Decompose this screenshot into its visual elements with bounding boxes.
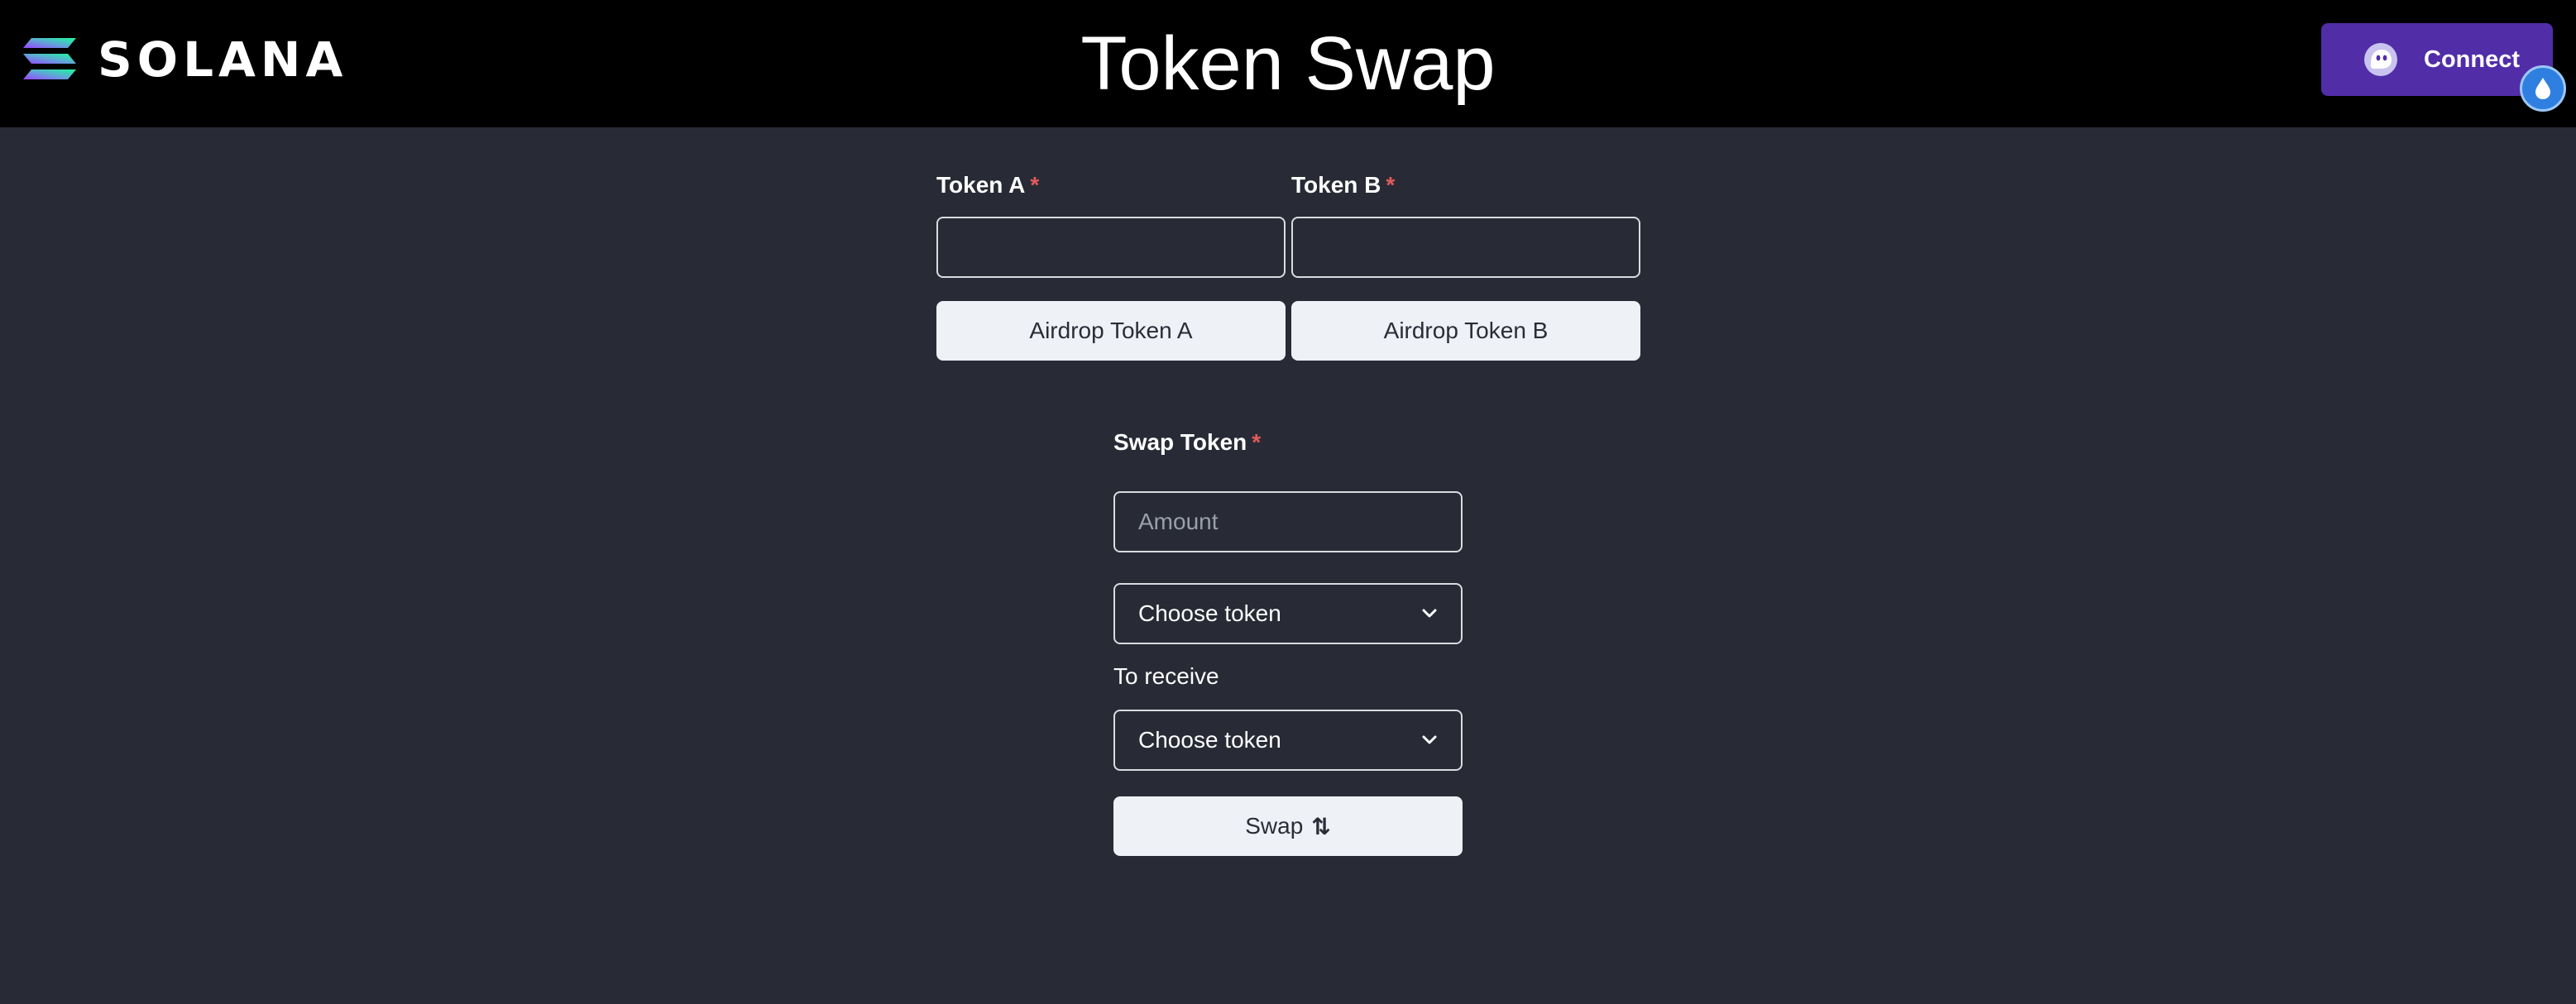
to-receive-label: To receive: [1113, 663, 1219, 689]
from-token-select-value: Choose token: [1138, 600, 1281, 626]
token-a-input[interactable]: [936, 217, 1286, 278]
swap-button-label: Swap: [1245, 813, 1304, 839]
from-token-select[interactable]: Choose token: [1113, 583, 1463, 644]
swap-token-label: Swap Token *: [1113, 428, 1261, 457]
chevron-down-icon: [1422, 735, 1437, 744]
connect-button-label: Connect: [2424, 45, 2520, 73]
token-a-label-text: Token A: [936, 172, 1026, 198]
amount-input[interactable]: [1113, 491, 1463, 552]
airdrop-badge[interactable]: [2520, 65, 2566, 112]
airdrop-token-b-button[interactable]: Airdrop Token B: [1291, 301, 1640, 361]
swap-token-label-text: Swap Token: [1113, 429, 1247, 455]
token-b-label: Token B *: [1291, 171, 1395, 199]
required-mark: *: [1252, 429, 1262, 455]
token-a-label: Token A *: [936, 171, 1039, 199]
required-mark: *: [1386, 172, 1396, 198]
ghost-wallet-icon: [2364, 43, 2397, 76]
droplet-icon: [2535, 78, 2550, 99]
to-token-select[interactable]: Choose token: [1113, 710, 1463, 771]
required-mark: *: [1030, 172, 1040, 198]
token-b-label-text: Token B: [1291, 172, 1381, 198]
page-title: Token Swap: [1080, 22, 1496, 106]
swap-arrows-icon: ⇅: [1311, 813, 1331, 839]
token-b-input[interactable]: [1291, 217, 1640, 278]
to-token-select-value: Choose token: [1138, 727, 1281, 753]
connect-wallet-button[interactable]: Connect: [2321, 23, 2553, 96]
top-bar: SOLANA Token Swap Connect: [0, 0, 2576, 127]
swap-button[interactable]: Swap ⇅: [1113, 796, 1463, 856]
airdrop-token-a-button[interactable]: Airdrop Token A: [936, 301, 1286, 361]
chevron-down-icon: [1422, 609, 1437, 618]
